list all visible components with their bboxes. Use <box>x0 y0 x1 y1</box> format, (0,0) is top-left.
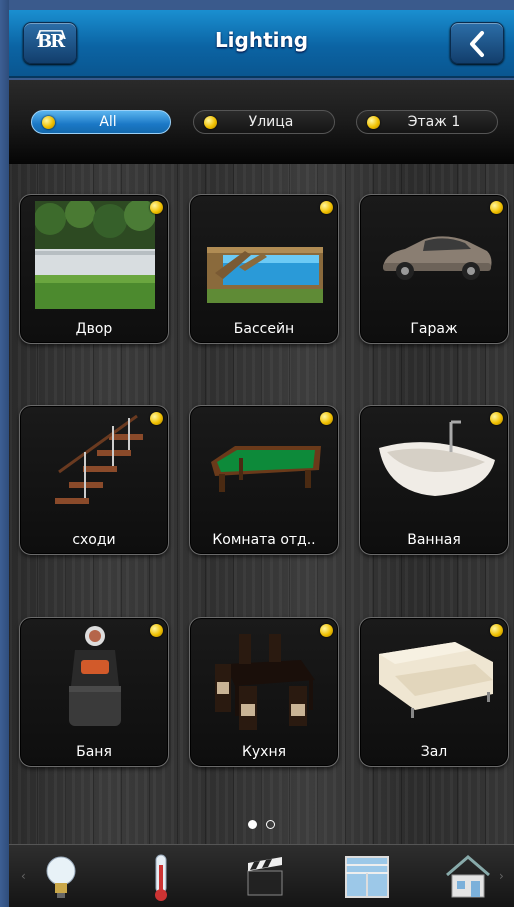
pool-image <box>207 247 323 303</box>
room-tile-kitchen[interactable]: Кухня <box>189 617 339 767</box>
clapperboard-icon <box>247 857 283 896</box>
billiard-table-image <box>211 446 321 492</box>
nav-right-arrow-icon: › <box>499 869 504 883</box>
sauna-stove-image <box>69 626 121 726</box>
nav-climate-button[interactable] <box>136 851 186 903</box>
nav-left-arrow-icon: ‹ <box>21 869 26 883</box>
nav-scenes-button[interactable] <box>240 851 290 903</box>
back-button[interactable] <box>450 22 504 64</box>
room-label: Баня <box>76 744 112 760</box>
indicator-dot-icon <box>42 116 55 129</box>
chevron-left-icon <box>470 31 484 57</box>
room-tile-sauna[interactable]: Баня <box>19 617 169 767</box>
app-root: BR Lighting All Улица Этаж 1 Двор Бассей… <box>0 0 514 907</box>
bathtub-image <box>379 420 495 496</box>
filter-floor-1[interactable]: Этаж 1 <box>356 110 498 134</box>
nav-blinds-button[interactable] <box>342 851 392 903</box>
page-title: Lighting <box>214 28 309 52</box>
room-tile-stairs[interactable]: сходи <box>19 405 169 555</box>
frame-edge <box>0 0 9 907</box>
filter-all[interactable]: All <box>31 110 171 134</box>
light-status-dot <box>490 201 503 214</box>
filter-bar: All Улица Этаж 1 <box>9 80 514 164</box>
light-status-dot <box>320 412 333 425</box>
light-status-dot <box>490 624 503 637</box>
light-status-dot <box>150 412 163 425</box>
room-label: Кухня <box>241 744 287 760</box>
yard-image <box>35 201 155 309</box>
frame-top <box>0 0 514 10</box>
room-label: Ванная <box>407 532 461 548</box>
stairs-image <box>55 414 143 504</box>
page-dot-active[interactable] <box>247 820 257 829</box>
filter-label: All <box>99 114 117 130</box>
nav-lighting-button[interactable] <box>36 851 86 903</box>
room-tile-hall[interactable]: Зал <box>359 617 509 767</box>
car-image <box>383 236 492 280</box>
dining-table-image <box>215 634 315 730</box>
room-tile-garage[interactable]: Гараж <box>359 194 509 344</box>
sofa-image <box>379 642 493 718</box>
room-label: сходи <box>72 532 116 548</box>
window-blinds-icon <box>345 856 389 898</box>
header-bar: BR Lighting <box>9 10 514 78</box>
room-tile-recreation[interactable]: Комната отд.. <box>189 405 339 555</box>
thermometer-icon <box>155 854 167 901</box>
room-label: Двор <box>75 321 113 337</box>
indicator-dot-icon <box>204 116 217 129</box>
light-status-dot <box>320 201 333 214</box>
nav-house-button[interactable] <box>443 851 493 903</box>
light-status-dot <box>150 624 163 637</box>
room-tile-pool[interactable]: Бассейн <box>189 194 339 344</box>
room-grid: Двор Бассейн Гараж сходи Комната отд.. В… <box>9 164 514 844</box>
light-bulb-icon <box>46 856 76 898</box>
page-indicator <box>9 814 514 829</box>
light-status-dot <box>150 201 163 214</box>
bottom-nav: ‹ › <box>9 844 514 907</box>
filter-label: Улица <box>248 114 294 130</box>
room-tile-yard[interactable]: Двор <box>19 194 169 344</box>
room-label: Зал <box>420 744 448 760</box>
light-status-dot <box>490 412 503 425</box>
room-label: Гараж <box>410 321 458 337</box>
indicator-dot-icon <box>367 116 380 129</box>
room-tile-bathroom[interactable]: Ванная <box>359 405 509 555</box>
house-icon <box>446 855 490 898</box>
filter-label: Этаж 1 <box>407 114 461 130</box>
filter-street[interactable]: Улица <box>193 110 335 134</box>
room-label: Комната отд.. <box>212 532 316 548</box>
light-status-dot <box>320 624 333 637</box>
room-label: Бассейн <box>233 321 295 337</box>
page-dot[interactable] <box>266 820 276 829</box>
